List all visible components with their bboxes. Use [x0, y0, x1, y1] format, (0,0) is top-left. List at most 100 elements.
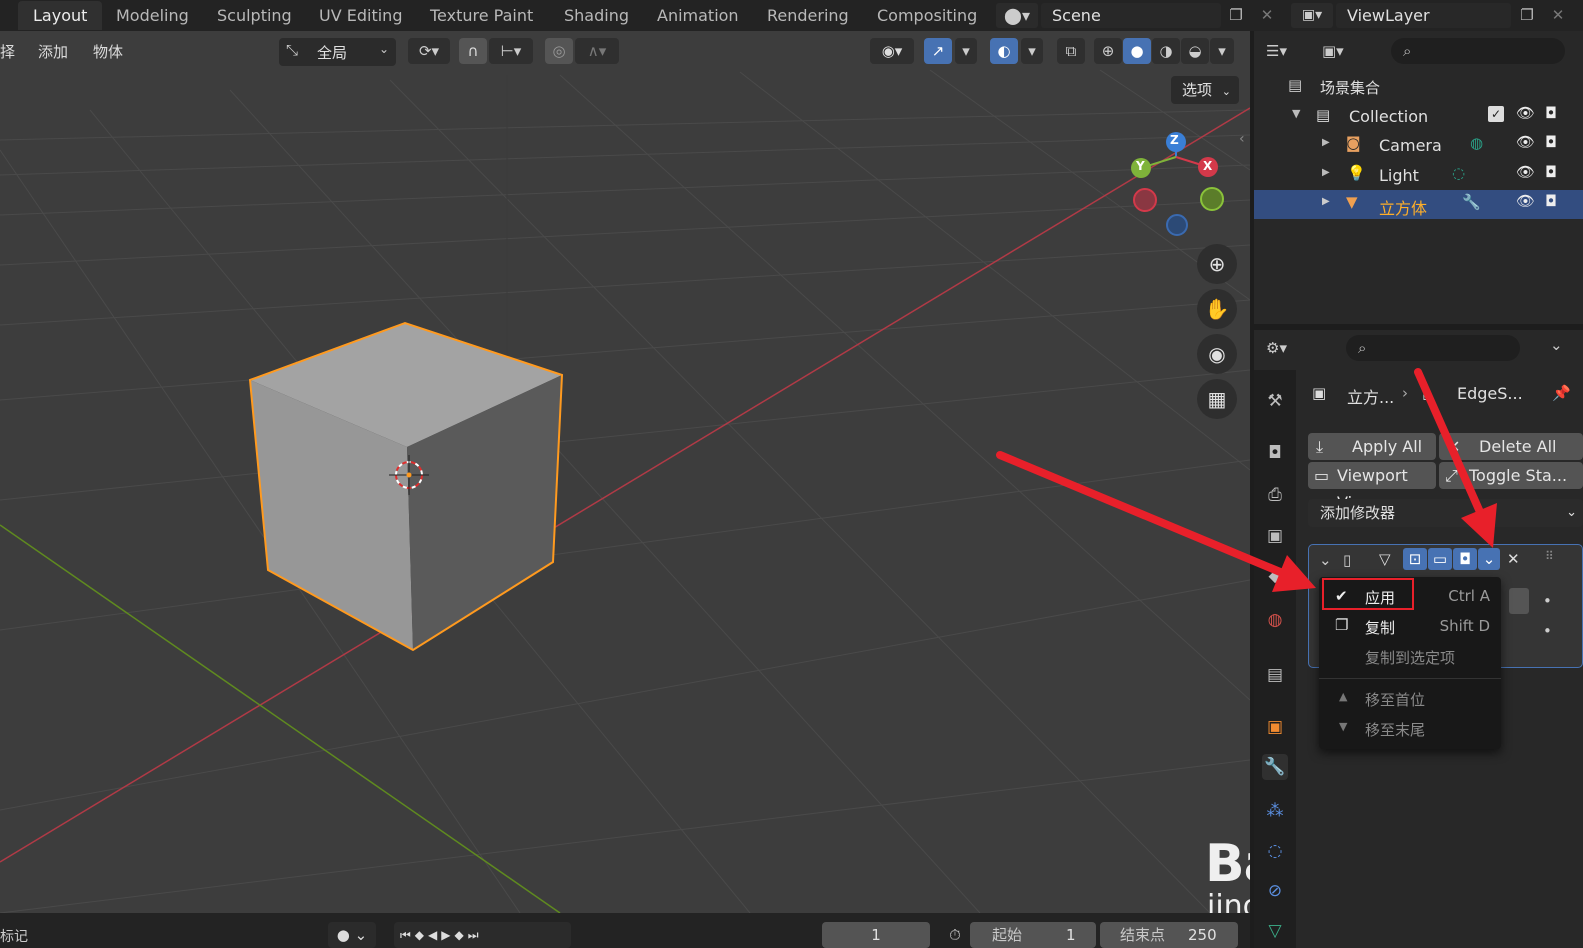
menu-add[interactable]: 添加	[38, 41, 68, 62]
tab-modeling[interactable]: Modeling	[101, 1, 204, 30]
particles-tab-icon[interactable]: ⁂	[1262, 798, 1288, 824]
expand-arrow-icon[interactable]: ▼	[1292, 107, 1300, 120]
pan-hand-icon[interactable]: ✋	[1197, 289, 1237, 329]
expand-arrow-icon[interactable]: ▶	[1322, 196, 1330, 207]
outliner-item-camera[interactable]: ▶ ◙ Camera ◍ 👁 ◘	[1254, 131, 1583, 160]
menu-item-move-last[interactable]: ▼ 移至末尾	[1319, 714, 1501, 743]
modifier-menu-chevron-icon[interactable]: ⌄	[1478, 548, 1500, 570]
cage-toggle-icon[interactable]: ⊡	[1403, 548, 1427, 570]
xray-toggle-icon[interactable]: ⧉	[1057, 38, 1085, 64]
cube-object[interactable]	[248, 321, 564, 652]
physics-tab-icon[interactable]: ◌	[1262, 838, 1288, 864]
menu-item-duplicate[interactable]: ❐ 复制 Shift D	[1319, 612, 1501, 641]
overlays-dropdown-icon[interactable]: ▾	[1021, 38, 1043, 64]
breadcrumb-object[interactable]: 立方...	[1347, 384, 1394, 408]
snap-toggle-icon[interactable]: ∩	[459, 38, 487, 64]
proportional-edit-icon[interactable]: ◎	[545, 38, 573, 64]
menu-select[interactable]: 择	[0, 41, 15, 62]
expand-arrow-icon[interactable]: ▶	[1322, 137, 1330, 148]
eye-icon[interactable]: 👁	[1516, 133, 1535, 151]
modifier-field[interactable]	[1509, 588, 1529, 614]
view-layer-tab-icon[interactable]: ▣	[1262, 523, 1288, 549]
new-view-layer-icon[interactable]: ❐	[1514, 3, 1540, 28]
expand-arrow-icon[interactable]: ▶	[1322, 167, 1330, 178]
object-tab-icon[interactable]: ▣	[1262, 714, 1288, 740]
toggle-stack-button[interactable]: ⤢ Toggle Sta...	[1439, 462, 1583, 489]
viewport-vis-button[interactable]: ▭ Viewport Vis	[1308, 462, 1436, 512]
navigation-gizmo[interactable]	[1131, 132, 1224, 236]
gizmo-toggle-icon[interactable]: ↗	[924, 38, 952, 64]
close-view-layer-icon[interactable]: ✕	[1547, 3, 1569, 28]
view-layer-selector-button[interactable]: ▣▾	[1291, 3, 1333, 28]
tab-layout[interactable]: Layout	[18, 1, 103, 30]
scene-name-field[interactable]: Scene	[1041, 3, 1221, 28]
perspective-grid-icon[interactable]: ▦	[1197, 379, 1237, 419]
tab-rendering[interactable]: Rendering	[752, 1, 864, 30]
menu-item-copy-to-selected[interactable]: 复制到选定项	[1319, 642, 1501, 671]
camera-view-icon[interactable]: ◉	[1197, 334, 1237, 374]
overlays-toggle-icon[interactable]: ◐	[990, 38, 1018, 64]
end-frame-field[interactable]: 结束点 250	[1100, 922, 1238, 948]
visibility-eye-icon[interactable]: ◉▾	[870, 38, 914, 64]
snap-target-icon[interactable]: ⊢▾	[489, 38, 533, 64]
solid-shading-icon[interactable]: ●	[1123, 38, 1151, 64]
remove-modifier-icon[interactable]: ✕	[1507, 550, 1520, 568]
playback-controls[interactable]: ⏮◆◀▶◆⏭	[394, 922, 571, 948]
breadcrumb-modifier[interactable]: EdgeS...	[1457, 384, 1523, 403]
tab-texture-paint[interactable]: Texture Paint	[415, 1, 548, 30]
outliner-search-input[interactable]: ⌕	[1391, 38, 1565, 64]
collection-tab-icon[interactable]: ▤	[1262, 662, 1288, 688]
tab-animation[interactable]: Animation	[642, 1, 754, 30]
render-camera-icon[interactable]: ◘	[1545, 133, 1557, 151]
shading-dropdown-icon[interactable]: ▾	[1210, 38, 1234, 64]
output-tab-icon[interactable]: ⎙	[1262, 482, 1288, 508]
collapse-arrow-icon[interactable]: ⌄	[1319, 551, 1332, 569]
stopwatch-icon[interactable]: ⏱	[942, 922, 968, 948]
render-camera-icon[interactable]: ◘	[1545, 192, 1557, 210]
apply-all-button[interactable]: ⤓ Apply All	[1308, 433, 1436, 460]
sidebar-toggle-icon[interactable]: ‹	[1239, 131, 1245, 147]
render-camera-icon[interactable]: ◘	[1545, 163, 1557, 181]
render-camera-icon[interactable]: ◘	[1545, 104, 1557, 122]
eye-icon[interactable]: 👁	[1516, 163, 1535, 181]
rendered-shading-icon[interactable]: ◒	[1181, 38, 1209, 64]
start-frame-field[interactable]: 起始 1	[970, 922, 1096, 948]
world-tab-icon[interactable]: ◍	[1262, 607, 1288, 633]
pin-icon[interactable]: 📌	[1552, 384, 1571, 402]
scene-selector-button[interactable]: ⬤▾	[996, 3, 1038, 28]
keyframe-dot-icon[interactable]: •	[1543, 622, 1552, 640]
outliner-item-light[interactable]: ▶ 💡 Light ◌ 👁 ◘	[1254, 161, 1583, 190]
current-frame-field[interactable]: 1	[822, 922, 930, 948]
tab-uv-editing[interactable]: UV Editing	[304, 1, 417, 30]
constraints-tab-icon[interactable]: ⊘	[1262, 878, 1288, 904]
properties-editor-type-icon[interactable]: ⚙▾	[1266, 335, 1316, 361]
display-mode-icon[interactable]: ▣▾	[1322, 38, 1366, 64]
orientation-dropdown[interactable]: ⤡ 全局 ⌄	[279, 38, 396, 66]
menu-item-move-first[interactable]: ▲ 移至首位	[1319, 684, 1501, 713]
keyframe-dot-icon[interactable]: •	[1543, 592, 1552, 610]
checkbox-icon[interactable]: ✓	[1488, 106, 1504, 122]
eye-icon[interactable]: 👁	[1516, 192, 1535, 210]
outliner-item-cube[interactable]: ▶ ▼ 立方体 🔧 👁 ◘	[1254, 190, 1583, 219]
tool-tab-icon[interactable]: ⚒	[1262, 388, 1288, 414]
viewport-toggle-icon[interactable]: ▭	[1428, 548, 1452, 570]
camera-data-icon[interactable]: ◍	[1470, 134, 1483, 152]
record-button[interactable]: ● ⌄	[328, 922, 376, 948]
modifier-tab-icon[interactable]: 🔧	[1262, 754, 1288, 780]
eye-icon[interactable]: 👁	[1516, 104, 1535, 122]
3d-viewport[interactable]: Z Y X ⊕ ✋ ◉ ▦ ‹ Bai 经验 jingyan.baidu.com	[0, 31, 1250, 913]
new-scene-icon[interactable]: ❐	[1223, 3, 1249, 28]
properties-search-input[interactable]: ⌕	[1346, 335, 1520, 361]
add-modifier-dropdown[interactable]: 添加修改器 ⌄	[1308, 499, 1583, 527]
options-dropdown[interactable]: 选项 ⌄	[1171, 76, 1239, 104]
edit-mode-icon[interactable]: ▽	[1379, 550, 1391, 568]
material-shading-icon[interactable]: ◑	[1152, 38, 1180, 64]
drag-handle-icon[interactable]: ⠿	[1545, 549, 1554, 563]
scene-tab-icon[interactable]: ◆	[1262, 563, 1288, 589]
zoom-icon[interactable]: ⊕	[1197, 244, 1237, 284]
markers-menu[interactable]: 标记	[0, 926, 28, 946]
pivot-point-icon[interactable]: ⟳▾	[408, 38, 450, 64]
close-scene-icon[interactable]: ✕	[1256, 3, 1278, 28]
gizmo-dropdown-icon[interactable]: ▾	[955, 38, 977, 64]
render-tab-icon[interactable]: ◘	[1262, 440, 1288, 466]
